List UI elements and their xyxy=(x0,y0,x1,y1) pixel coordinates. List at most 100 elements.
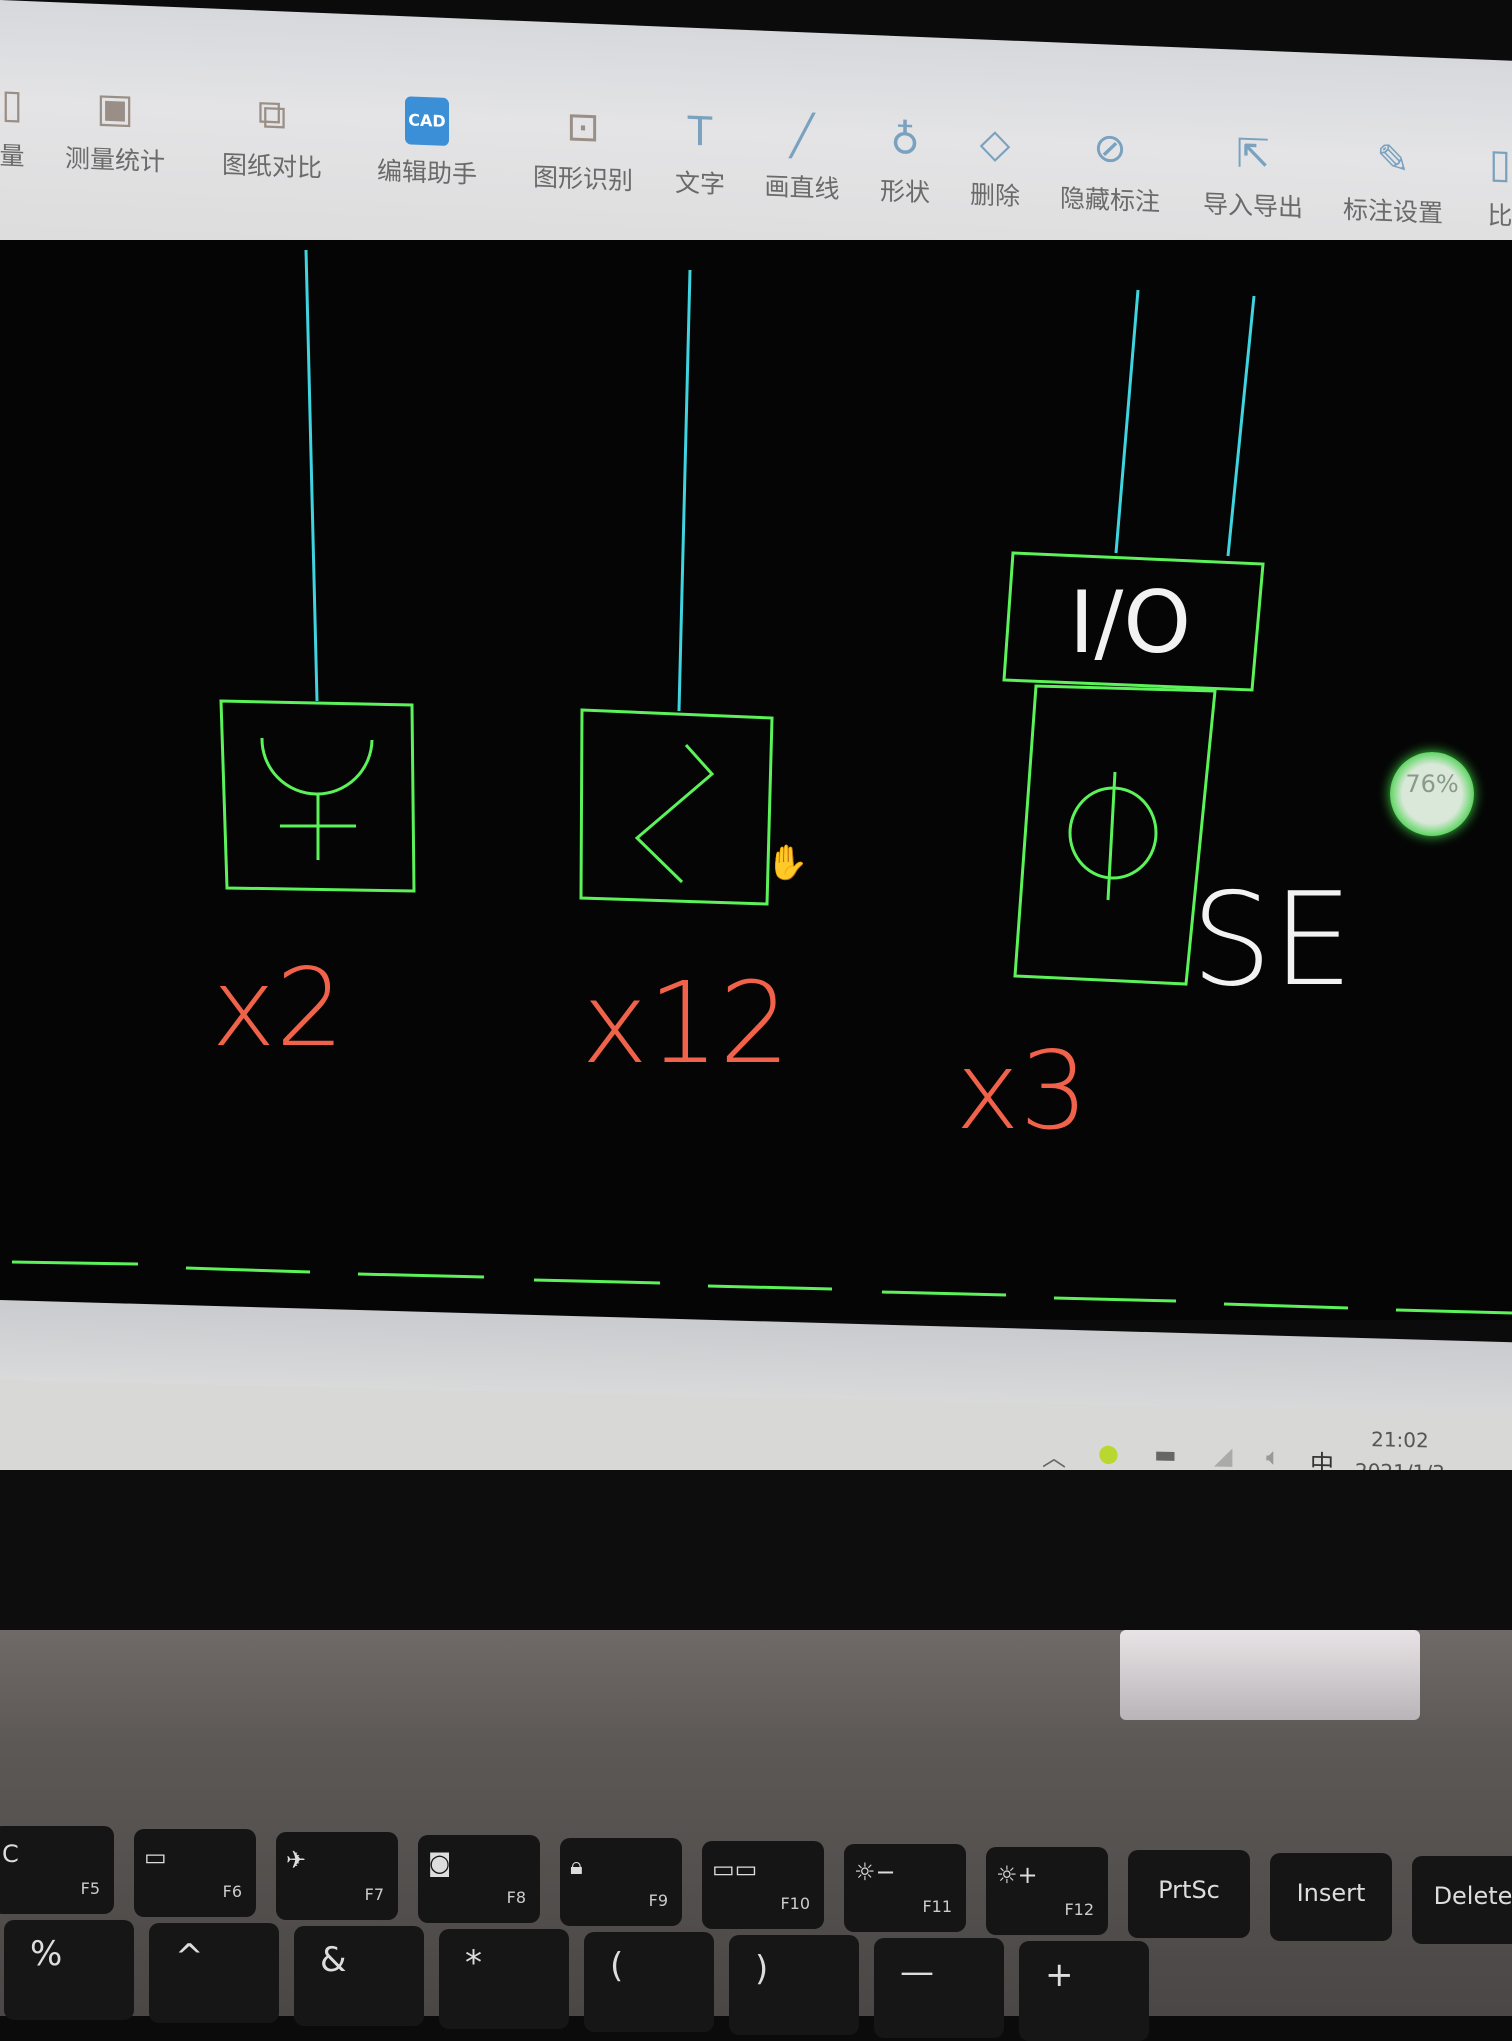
toolbar-button[interactable]: ▯ 比 xyxy=(1445,138,1512,234)
key-label: PrtSc xyxy=(1158,1876,1220,1904)
toolbar-button[interactable]: CAD 编辑助手 xyxy=(372,95,482,191)
key[interactable]: ( xyxy=(584,1932,714,2032)
key-f12[interactable]: ☼+ F12 xyxy=(986,1847,1108,1935)
key-glyph: — xyxy=(900,1952,934,1992)
measure-stats-icon: ▣ xyxy=(96,84,134,133)
key-delete[interactable]: Delete xyxy=(1412,1856,1512,1944)
toolbar-button[interactable]: ◇ 删除 xyxy=(940,118,1050,214)
key-glyph: ✈ xyxy=(286,1846,307,1874)
key-prtsc[interactable]: PrtSc xyxy=(1128,1850,1250,1938)
toolbar-button[interactable]: ⊡ 图形识别 xyxy=(528,101,638,197)
key-glyph: ) xyxy=(755,1949,769,1989)
key[interactable]: ^ xyxy=(149,1923,279,2023)
toolbar-label: 文字 xyxy=(674,168,725,200)
import-export-icon: ⇱ xyxy=(1236,130,1270,178)
eraser-icon: ◇ xyxy=(979,120,1011,168)
toolbar-label: 画直线 xyxy=(764,171,840,204)
clock-time: 21:02 xyxy=(1371,1427,1429,1453)
key-glyph: + xyxy=(1045,1955,1074,1995)
volume-icon[interactable]: 🔈︎ xyxy=(1266,1443,1280,1471)
toolbar-label: 测量统计 xyxy=(64,143,165,177)
key-label: Delete xyxy=(1433,1882,1512,1910)
tray-app-icon[interactable]: ● xyxy=(1098,1439,1119,1467)
hinge xyxy=(1120,1630,1420,1720)
cad-edit-icon: CAD xyxy=(405,96,449,147)
toolbar-button[interactable]: ⇱ 导入导出 xyxy=(1198,128,1308,224)
key-glyph: ▭▭ xyxy=(712,1855,758,1883)
key-label: F9 xyxy=(648,1891,668,1910)
key-label: F11 xyxy=(922,1897,952,1916)
key-glyph: C xyxy=(2,1840,19,1868)
key[interactable]: + xyxy=(1019,1941,1149,2041)
key-label: F8 xyxy=(506,1888,526,1907)
key-glyph: ▭ xyxy=(144,1843,167,1871)
key-glyph: ( xyxy=(610,1946,624,1986)
key-label: F5 xyxy=(80,1879,100,1898)
key[interactable]: ) xyxy=(729,1935,859,2035)
toolbar-label: 图纸对比 xyxy=(221,149,322,183)
annotation-settings-icon: ✎ xyxy=(1376,136,1410,184)
battery-icon[interactable]: ▬ xyxy=(1154,1440,1177,1469)
key[interactable]: & xyxy=(294,1926,424,2026)
toolbar-button[interactable]: ✎ 标注设置 xyxy=(1338,134,1448,230)
hide-eye-icon: ⊘ xyxy=(1093,124,1127,173)
fps-badge[interactable]: 76% xyxy=(1390,752,1474,836)
toolbar-button[interactable]: ╱ 画直线 xyxy=(747,110,857,206)
key-glyph: 🔒︎ xyxy=(570,1852,583,1880)
toolbar-label: 编辑助手 xyxy=(376,156,477,190)
toolbar-button[interactable]: ⊘ 隐藏标注 xyxy=(1055,122,1165,218)
key-f9[interactable]: 🔒︎ F9 xyxy=(560,1838,682,1926)
text-icon: T xyxy=(687,108,713,156)
key-label: F12 xyxy=(1064,1900,1094,1919)
io-label: I/O xyxy=(1069,573,1191,673)
toolbar-label: 删除 xyxy=(969,179,1020,211)
key-label: F6 xyxy=(222,1882,242,1901)
toolbar-button[interactable]: ▣ 测量统计 xyxy=(60,82,170,178)
key-label: Insert xyxy=(1296,1879,1366,1907)
screen-bezel xyxy=(0,1470,1512,1640)
toolbar-button[interactable]: ▯ 量 xyxy=(0,78,67,174)
wifi-icon[interactable]: ◢ xyxy=(1214,1442,1232,1470)
toolbar-label: 标注设置 xyxy=(1342,194,1443,228)
key-label: F7 xyxy=(364,1885,384,1904)
count-label: x3 xyxy=(956,1029,1089,1154)
key-glyph: ^ xyxy=(175,1937,204,1977)
measure-icon: ▯ xyxy=(0,81,23,128)
hand-cursor-icon: ✋ xyxy=(766,843,808,883)
toolbar-label: 隐藏标注 xyxy=(1059,183,1160,217)
count-label: x2 xyxy=(212,946,345,1071)
toolbar-label: 图形识别 xyxy=(532,162,633,196)
drawing-canvas[interactable]: I/O SE x2 x12 x3 ✋ xyxy=(0,240,1512,1320)
fps-value: 76% xyxy=(1405,770,1459,798)
key-glyph: & xyxy=(320,1940,347,1980)
shape-icon: ♁ xyxy=(890,116,920,164)
count-label: x12 xyxy=(582,959,791,1089)
compare-icon: ⧉ xyxy=(257,91,287,139)
toolbar-button[interactable]: ⧉ 图纸对比 xyxy=(217,89,327,185)
key[interactable]: — xyxy=(874,1938,1004,2038)
key-insert[interactable]: Insert xyxy=(1270,1853,1392,1941)
key-f11[interactable]: ☼− F11 xyxy=(844,1844,966,1932)
key-label: F10 xyxy=(780,1894,810,1913)
key-f5[interactable]: C F5 xyxy=(0,1826,114,1914)
se-label: SE xyxy=(1191,866,1353,1015)
key-f7[interactable]: ✈ F7 xyxy=(276,1832,398,1920)
toolbar-label: 量 xyxy=(0,140,25,171)
tray-chevron-up-icon[interactable]: ︿ xyxy=(1042,1438,1066,1474)
key-glyph: % xyxy=(30,1934,63,1974)
toolbar-label: 导入导出 xyxy=(1202,189,1303,223)
key[interactable]: % xyxy=(4,1920,134,2020)
toolbar-label: 比 xyxy=(1487,200,1512,231)
key-glyph: * xyxy=(465,1943,482,1983)
key-f8[interactable]: ◙ F8 xyxy=(418,1835,540,1923)
shape-recognition-icon: ⊡ xyxy=(566,103,600,152)
key-f6[interactable]: ▭ F6 xyxy=(134,1829,256,1917)
canvas-background xyxy=(0,240,1512,1320)
key-f10[interactable]: ▭▭ F10 xyxy=(702,1841,824,1929)
line-icon: ╱ xyxy=(789,112,815,160)
key[interactable]: * xyxy=(439,1929,569,2029)
key-glyph: ☼+ xyxy=(996,1861,1038,1889)
ratio-icon: ▯ xyxy=(1488,140,1511,188)
toolbar-label: 形状 xyxy=(879,176,930,208)
toolbar-button[interactable]: T 文字 xyxy=(645,106,755,202)
